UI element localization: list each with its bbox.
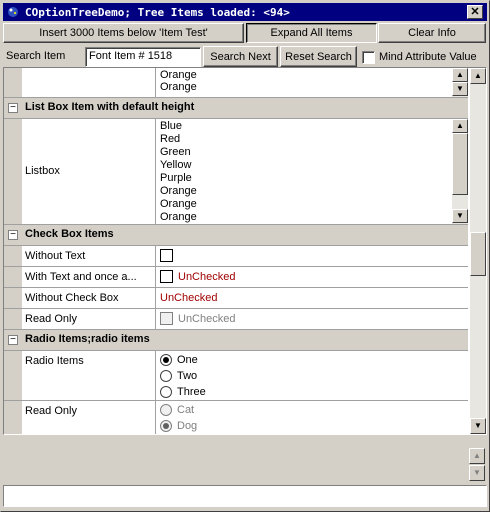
checkbox-row: Without Check Box UnChecked — [4, 288, 468, 309]
scroll-down-icon[interactable]: ▼ — [470, 418, 486, 434]
scroll-down-icon[interactable]: ▼ — [452, 82, 468, 96]
checkbox-section-title: Check Box Items — [25, 228, 114, 240]
top-listbox-scrollbar[interactable]: ▲ ▼ — [452, 68, 468, 97]
radio-button[interactable] — [160, 370, 172, 382]
tree-content: Orange Orange ▲ ▼ − List Box Item with d… — [4, 68, 468, 434]
radio-button[interactable] — [160, 386, 172, 398]
row-name: Without Text — [22, 246, 156, 266]
radio-button[interactable] — [160, 354, 172, 366]
radio-group: One Two Three — [156, 351, 468, 400]
list-item[interactable]: Orange — [160, 198, 468, 211]
listbox-name-cell: Listbox — [22, 119, 156, 224]
list-item[interactable]: Orange — [160, 68, 468, 81]
insert-items-button[interactable]: Insert 3000 Items below 'Item Test' — [3, 23, 244, 43]
top-listbox[interactable]: Orange Orange ▲ ▼ — [156, 68, 468, 97]
radio-button-disabled — [160, 404, 172, 416]
row-name: Radio Items — [22, 351, 156, 400]
scroll-thumb[interactable] — [452, 133, 468, 195]
window-title: COptionTreeDemo; Tree Items loaded: <94> — [25, 5, 290, 19]
collapse-icon[interactable]: − — [8, 335, 18, 345]
list-item[interactable]: Blue — [160, 120, 468, 133]
list-item[interactable]: Red — [160, 133, 468, 146]
listbox-section-title: List Box Item with default height — [25, 101, 195, 113]
list-item[interactable]: Green — [160, 146, 468, 159]
row-value: UnChecked — [156, 309, 468, 329]
scroll-up-icon[interactable]: ▲ — [452, 119, 468, 133]
expand-all-label: Expand All Items — [270, 27, 353, 39]
list-item[interactable]: Orange — [160, 185, 468, 198]
collapse-icon[interactable]: − — [8, 230, 18, 240]
listbox-items: Blue Red Green Yellow Purple Orange Oran… — [160, 119, 468, 224]
close-icon: ✕ — [470, 6, 480, 18]
scroll-up-icon[interactable]: ▲ — [452, 68, 468, 82]
collapse-icon[interactable]: − — [8, 103, 18, 113]
row-name: With Text and once a... — [22, 267, 156, 287]
row-name: Without Check Box — [22, 288, 156, 308]
radio-section-title: Radio Items;radio items — [25, 333, 150, 345]
expand-all-button[interactable]: Expand All Items — [246, 23, 377, 43]
option-tree: Orange Orange ▲ ▼ − List Box Item with d… — [3, 67, 487, 435]
listbox-control[interactable]: Blue Red Green Yellow Purple Orange Oran… — [156, 119, 468, 224]
radio-label[interactable]: Two — [177, 370, 197, 382]
reset-search-label: Reset Search — [285, 50, 352, 63]
scroll-up-icon: ▲ — [469, 448, 485, 464]
listbox-name: Listbox — [25, 165, 60, 177]
radio-label[interactable]: One — [177, 354, 198, 366]
clear-info-label: Clear Info — [408, 27, 456, 39]
radio-button-disabled — [160, 420, 172, 432]
checkbox-disabled — [160, 312, 173, 325]
radio-label[interactable]: Three — [177, 386, 206, 398]
listbox-row: Listbox Blue Red Green Yellow Purple Ora… — [4, 119, 468, 225]
checkbox[interactable] — [160, 249, 173, 262]
list-item[interactable]: Yellow — [160, 159, 468, 172]
scroll-up-icon[interactable]: ▲ — [470, 68, 486, 84]
search-next-label: Search Next — [210, 50, 271, 63]
mind-attribute-checkbox[interactable] — [362, 51, 375, 64]
insert-items-label: Insert 3000 Items below 'Item Test' — [39, 27, 208, 39]
top-row-name — [22, 68, 156, 97]
list-item[interactable]: Orange — [160, 81, 468, 94]
radio-label: Cat — [177, 404, 195, 416]
reset-search-button[interactable]: Reset Search — [280, 46, 357, 67]
checkbox-row: Read Only UnChecked — [4, 309, 468, 330]
clear-info-button[interactable]: Clear Info — [378, 23, 486, 43]
checkbox-row: With Text and once a... UnChecked — [4, 267, 468, 288]
search-next-button[interactable]: Search Next — [203, 46, 278, 67]
search-input[interactable]: Font Item # 1518 — [85, 47, 201, 67]
checkbox-state-text: UnChecked — [160, 292, 218, 304]
radio-group-readonly: Cat Dog — [156, 401, 468, 434]
row-value: UnChecked — [156, 267, 468, 287]
checkbox-row: Without Text — [4, 246, 468, 267]
list-item[interactable]: Orange — [160, 211, 468, 224]
row-value — [156, 246, 468, 266]
checkbox-state-text: UnChecked — [178, 271, 236, 283]
checkbox[interactable] — [160, 270, 173, 283]
radio-label: Dog — [177, 420, 198, 432]
title-bar[interactable]: COptionTreeDemo; Tree Items loaded: <94>… — [3, 3, 487, 21]
row-name: Read Only — [22, 309, 156, 329]
top-listbox-row: Orange Orange ▲ ▼ — [4, 68, 468, 98]
radio-row: Read Only Cat Dog — [4, 401, 468, 434]
close-button[interactable]: ✕ — [467, 5, 483, 19]
mind-attribute-label: Mind Attribute Value — [379, 51, 477, 63]
row-name: Read Only — [22, 401, 156, 434]
listbox-scrollbar[interactable]: ▲ ▼ — [452, 119, 468, 224]
listbox-section-header[interactable]: − List Box Item with default height — [4, 98, 468, 119]
scroll-down-icon: ▼ — [469, 465, 485, 481]
scroll-down-icon[interactable]: ▼ — [452, 209, 468, 223]
checkbox-state-text: UnChecked — [178, 313, 236, 325]
search-label: Search Item — [6, 50, 66, 62]
info-scrollbar[interactable]: ▲ ▼ — [469, 448, 485, 482]
main-window: COptionTreeDemo; Tree Items loaded: <94>… — [0, 0, 490, 512]
checkbox-section-header[interactable]: − Check Box Items — [4, 225, 468, 246]
list-item[interactable]: Purple — [160, 172, 468, 185]
radio-section-header[interactable]: − Radio Items;radio items — [4, 330, 468, 351]
scroll-thumb[interactable] — [470, 232, 486, 276]
app-icon — [5, 4, 21, 20]
radio-row: Radio Items One Two Three — [4, 351, 468, 401]
tree-scrollbar[interactable]: ▲ ▼ — [470, 68, 486, 434]
row-value[interactable]: UnChecked — [156, 288, 468, 308]
status-field[interactable] — [3, 485, 487, 507]
